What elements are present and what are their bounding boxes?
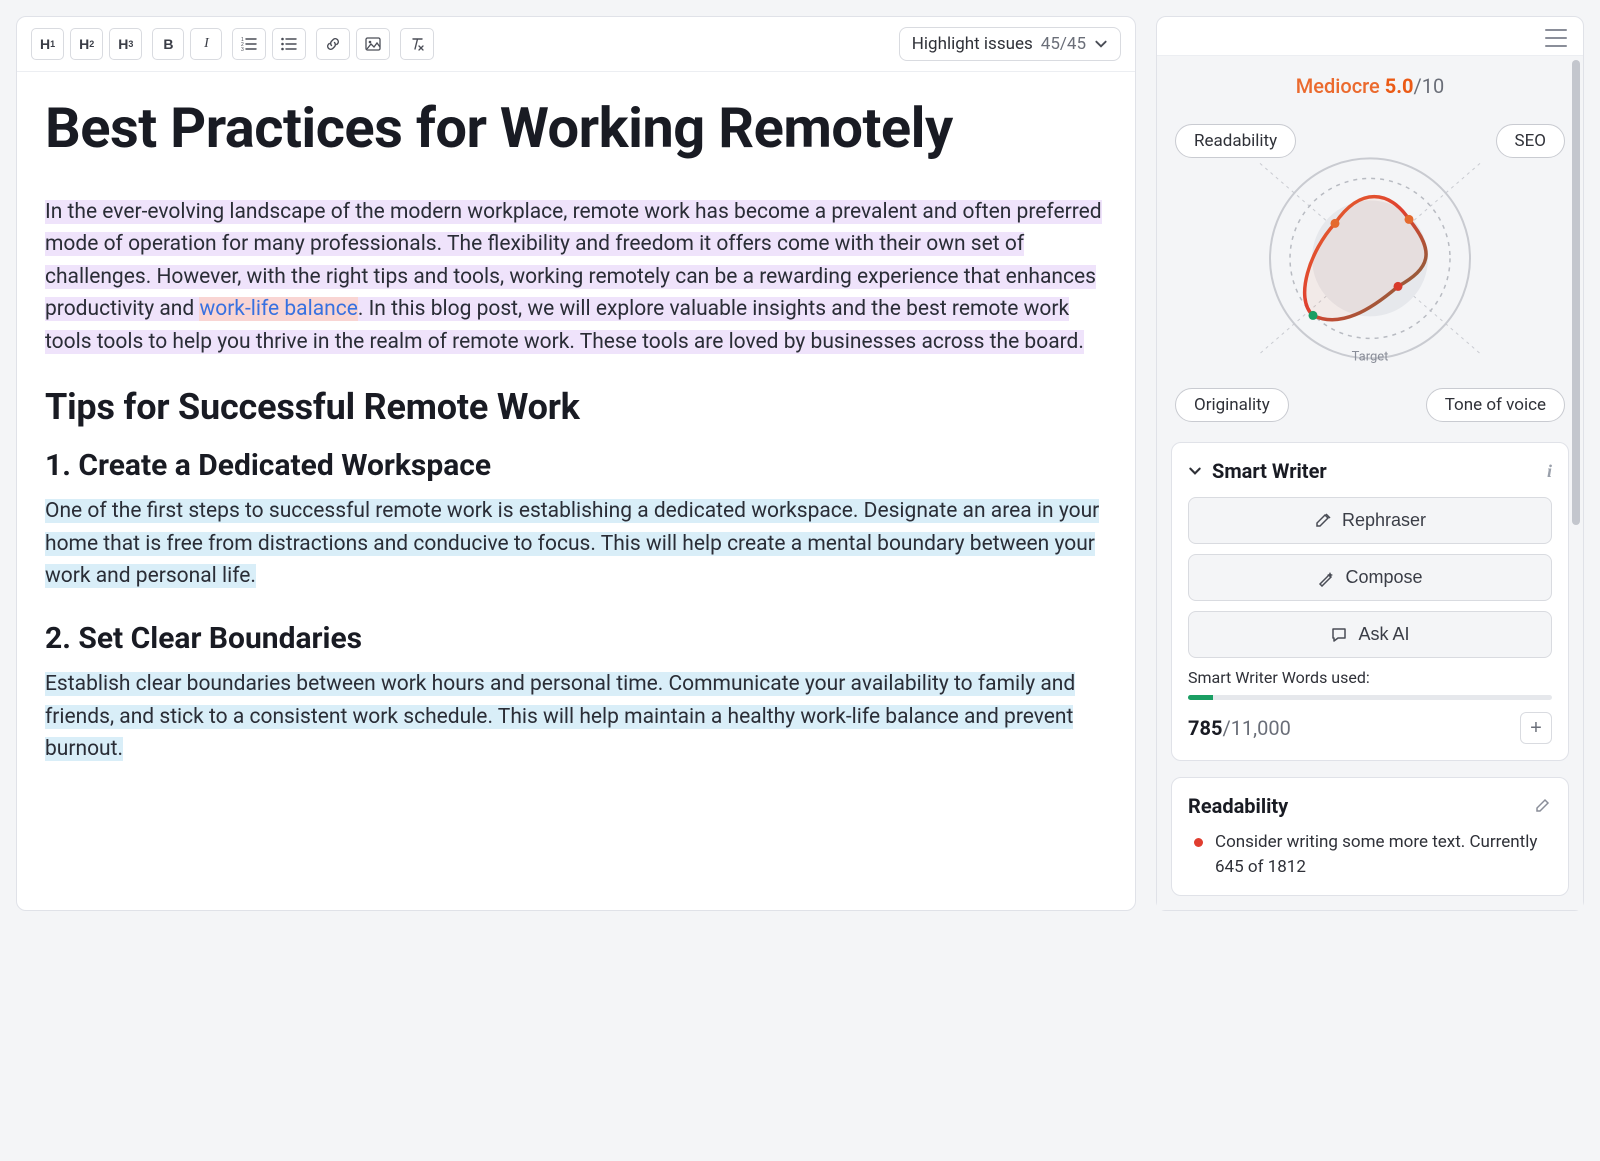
scrollbar[interactable] [1572, 60, 1580, 906]
pill-seo[interactable]: SEO [1496, 124, 1565, 158]
add-words-button[interactable]: + [1520, 712, 1552, 744]
chevron-down-icon [1094, 37, 1108, 51]
h2-button[interactable]: H2 [70, 28, 103, 60]
doc-title: Best Practices for Working Remotely [45, 98, 1107, 160]
editor-panel: H1 H2 H3 B I 123 [16, 16, 1136, 911]
radar-svg: Target [1240, 138, 1500, 388]
readability-title: Readability [1188, 794, 1524, 818]
intro-paragraph: In the ever-evolving landscape of the mo… [45, 196, 1107, 359]
smart-writer-title: Smart Writer [1212, 459, 1537, 483]
menu-icon[interactable] [1545, 29, 1567, 47]
compose-button[interactable]: Compose [1188, 554, 1552, 601]
words-meter [1188, 695, 1552, 700]
chat-icon [1330, 626, 1348, 644]
clear-format-button[interactable] [400, 28, 434, 60]
edit-icon [1314, 512, 1332, 530]
bold-button[interactable]: B [152, 28, 184, 60]
highlight-label: Highlight issues [912, 34, 1033, 54]
h3-button[interactable]: H3 [109, 28, 142, 60]
smart-writer-card: Smart Writer i Rephraser Compose Ask AI … [1171, 442, 1569, 761]
overall-score: Mediocre 5.0/10 [1171, 74, 1569, 98]
ask-ai-button[interactable]: Ask AI [1188, 611, 1552, 658]
highlight-count: 45/45 [1041, 34, 1086, 54]
ordered-list-button[interactable]: 123 [232, 28, 266, 60]
status-dot-red [1194, 838, 1203, 847]
pencil-icon[interactable] [1534, 797, 1552, 815]
radar-chart: Readability SEO Originality Tone of voic… [1171, 116, 1569, 426]
readability-card: Readability Consider writing some more t… [1171, 777, 1569, 896]
magic-icon [1317, 569, 1335, 587]
info-icon[interactable]: i [1547, 461, 1552, 482]
chevron-down-icon[interactable] [1188, 464, 1202, 478]
words-used-label: Smart Writer Words used: [1188, 668, 1552, 687]
h1-button[interactable]: H1 [31, 28, 64, 60]
unordered-list-button[interactable] [272, 28, 306, 60]
readability-issue: Consider writing some more text. Current… [1188, 830, 1552, 879]
p-workspace: One of the first steps to successful rem… [45, 495, 1107, 593]
svg-text:3: 3 [241, 47, 244, 51]
target-label: Target [1352, 349, 1389, 364]
italic-button[interactable]: I [190, 28, 222, 60]
link-work-life-balance[interactable]: work-life balance [199, 297, 357, 321]
words-count: 785/11,000 [1188, 716, 1291, 740]
highlight-issues-dropdown[interactable]: Highlight issues 45/45 [899, 27, 1121, 61]
toolbar: H1 H2 H3 B I 123 [17, 17, 1135, 72]
sidebar: Mediocre 5.0/10 Readability SEO Original… [1156, 16, 1584, 911]
h3-workspace: 1. Create a Dedicated Workspace [45, 448, 1107, 483]
p-boundaries: Establish clear boundaries between work … [45, 668, 1107, 766]
h2-tips: Tips for Successful Remote Work [45, 386, 1107, 428]
link-button[interactable] [316, 28, 350, 60]
editor-content[interactable]: Best Practices for Working Remotely In t… [17, 72, 1135, 834]
h3-boundaries: 2. Set Clear Boundaries [45, 621, 1107, 656]
rephraser-button[interactable]: Rephraser [1188, 497, 1552, 544]
image-button[interactable] [356, 28, 390, 60]
